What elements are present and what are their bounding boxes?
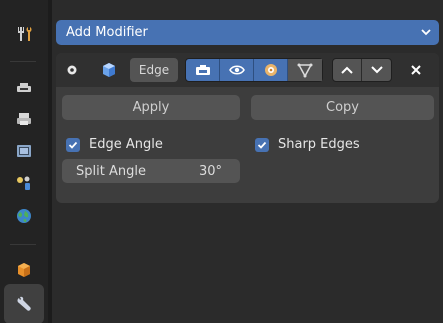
circle-dot-icon[interactable] xyxy=(66,64,78,76)
triangle-up-icon xyxy=(341,66,353,74)
tab-tool[interactable] xyxy=(4,14,44,54)
triangle-down-icon xyxy=(370,66,383,74)
edge-split-modifier-panel: Edge Apply Copy Edge Angle Sharp Edges S… xyxy=(56,53,439,203)
edge-angle-checkbox[interactable]: Edge Angle xyxy=(66,137,163,152)
edge-angle-label: Edge Angle xyxy=(89,137,163,152)
modifier-name-field[interactable]: Edge xyxy=(130,58,178,82)
checkbox-box xyxy=(66,137,80,152)
view-layer-icon xyxy=(17,145,31,157)
close-icon[interactable] xyxy=(410,64,422,76)
render-toggle[interactable] xyxy=(254,59,288,81)
eye-icon xyxy=(228,65,245,75)
properties-tab-bar xyxy=(0,0,48,323)
copy-label: Copy xyxy=(326,100,359,115)
add-modifier-label: Add Modifier xyxy=(66,25,148,40)
tool-icon xyxy=(18,27,32,41)
on-cage-toggle[interactable] xyxy=(288,59,322,81)
copy-button[interactable]: Copy xyxy=(251,95,434,120)
split-angle-value: 30° xyxy=(198,163,222,179)
edge-split-modifier-icon xyxy=(103,63,115,77)
tab-separator xyxy=(10,244,36,245)
tab-modifiers[interactable] xyxy=(4,284,44,323)
render-icon xyxy=(17,83,31,92)
edit-mode-toggle[interactable] xyxy=(186,59,220,81)
object-icon xyxy=(18,263,30,277)
tab-separator xyxy=(10,61,36,62)
move-up-button[interactable] xyxy=(333,59,362,81)
modifier-properties-panel: Add Modifier Edge Apply Copy Edge Angle … xyxy=(52,0,443,323)
apply-label: Apply xyxy=(132,100,170,115)
chevron-down-icon xyxy=(421,29,431,36)
checkbox-box xyxy=(255,137,269,152)
modifier-name: Edge xyxy=(138,63,170,77)
edit-mode-icon xyxy=(195,65,210,75)
move-down-button[interactable] xyxy=(362,59,391,81)
viewport-toggle[interactable] xyxy=(220,59,254,81)
move-modifier-buttons xyxy=(332,58,392,82)
world-icon xyxy=(17,209,31,223)
scene-icon xyxy=(17,176,30,190)
modifier-visibility-toggles xyxy=(185,58,323,82)
split-angle-field[interactable]: Split Angle 30° xyxy=(62,159,240,183)
split-angle-label: Split Angle xyxy=(76,163,146,179)
tab-world[interactable] xyxy=(4,196,44,236)
add-modifier-dropdown[interactable]: Add Modifier xyxy=(56,20,439,45)
sharp-edges-checkbox[interactable]: Sharp Edges xyxy=(255,137,360,152)
sharp-edges-label: Sharp Edges xyxy=(278,137,360,152)
on-cage-icon xyxy=(297,63,313,78)
camera-icon xyxy=(264,64,277,76)
checkmark-icon xyxy=(257,141,267,149)
modifier-header: Edge xyxy=(56,53,439,87)
checkmark-icon xyxy=(68,141,78,149)
output-icon xyxy=(17,113,31,125)
wrench-icon xyxy=(17,296,31,311)
apply-button[interactable]: Apply xyxy=(62,95,240,120)
